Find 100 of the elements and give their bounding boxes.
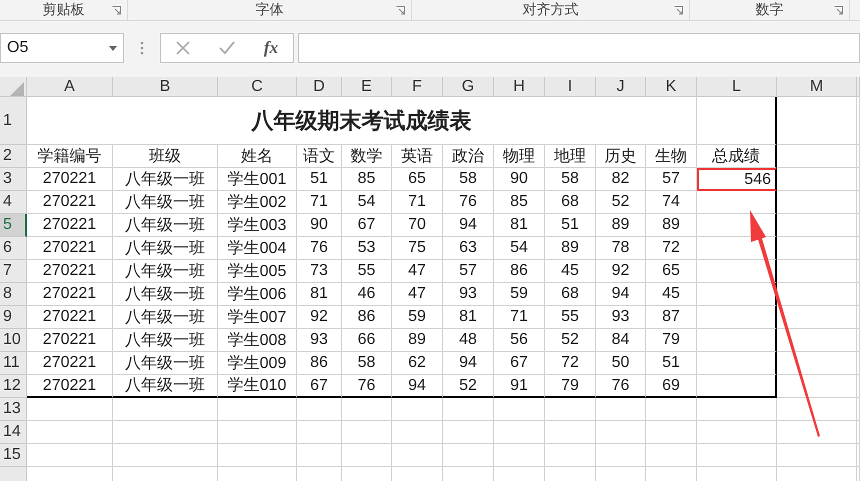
column-header[interactable]: M (777, 77, 857, 97)
table-cell: 45 (545, 260, 596, 283)
row-header[interactable]: 9 (0, 306, 27, 329)
table-cell: 50 (596, 352, 646, 375)
table-cell: 93 (297, 329, 342, 352)
table-cell: 学生004 (218, 237, 297, 260)
table-cell: 78 (596, 237, 646, 260)
table-cell: 74 (646, 191, 697, 214)
column-header[interactable]: F (392, 77, 443, 97)
close-icon (176, 41, 190, 55)
table-cell: 82 (596, 168, 646, 191)
table-cell: 52 (596, 191, 646, 214)
table-cell: 73 (297, 260, 342, 283)
empty-cell (494, 444, 545, 467)
ribbon-group-label: 剪贴板 (42, 1, 84, 19)
empty-cell (297, 444, 342, 467)
empty-cell (646, 398, 697, 421)
table-cell: 72 (646, 237, 697, 260)
column-header[interactable]: J (596, 77, 646, 97)
row-header[interactable]: 4 (0, 191, 27, 214)
table-cell: 72 (545, 352, 596, 375)
column-header[interactable]: L (697, 77, 777, 97)
table-cell: 47 (392, 260, 443, 283)
table-cell: 八年级一班 (113, 214, 218, 237)
table-cell: 81 (494, 214, 545, 237)
table-cell: 89 (545, 237, 596, 260)
empty-cell (545, 444, 596, 467)
table-cell: 学籍编号 (27, 145, 113, 168)
table-cell: 学生008 (218, 329, 297, 352)
column-header[interactable]: C (218, 77, 297, 97)
table-cell: 92 (297, 306, 342, 329)
empty-cell (596, 398, 646, 421)
row-header[interactable]: 6 (0, 237, 27, 260)
empty-cell (545, 421, 596, 444)
empty-cell (596, 421, 646, 444)
table-cell: 89 (596, 214, 646, 237)
empty-cell (392, 444, 443, 467)
row-header[interactable]: 3 (0, 168, 27, 191)
column-header[interactable]: H (494, 77, 545, 97)
row-header[interactable]: 5 (0, 214, 27, 237)
dialog-launcher-icon[interactable] (674, 6, 683, 15)
ribbon-group-label: 数字 (756, 1, 784, 19)
table-cell: 270221 (27, 306, 113, 329)
table-cell: 76 (297, 237, 342, 260)
dialog-launcher-icon[interactable] (834, 6, 843, 15)
table-cell: 71 (297, 191, 342, 214)
table-cell: 270221 (27, 191, 113, 214)
ribbon-group-label: 字体 (256, 1, 284, 19)
table-cell: 270221 (27, 329, 113, 352)
table-cell: 270221 (27, 214, 113, 237)
table-cell: 58 (342, 352, 392, 375)
row-header[interactable]: 1 (0, 97, 27, 145)
empty-cell (596, 444, 646, 467)
column-header[interactable]: I (545, 77, 596, 97)
column-header[interactable]: A (27, 77, 113, 97)
select-all-corner[interactable] (0, 77, 27, 97)
row-header[interactable]: 8 (0, 283, 27, 306)
dropdown-icon[interactable] (109, 46, 117, 50)
row-header[interactable]: 13 (0, 398, 27, 421)
empty-cell (646, 444, 697, 467)
table-cell: 58 (545, 168, 596, 191)
table-cell: 八年级一班 (113, 375, 218, 398)
name-box[interactable]: O5 (0, 33, 124, 63)
table-cell: 57 (646, 168, 697, 191)
table-cell: 67 (297, 375, 342, 398)
row-header[interactable]: 12 (0, 375, 27, 398)
column-header[interactable]: D (297, 77, 342, 97)
formula-input[interactable] (298, 33, 860, 63)
table-cell: 270221 (27, 283, 113, 306)
table-cell: 67 (494, 352, 545, 375)
column-header[interactable]: K (646, 77, 697, 97)
column-header[interactable]: E (342, 77, 392, 97)
column-header[interactable]: B (113, 77, 218, 97)
row-header[interactable]: 10 (0, 329, 27, 352)
row-header[interactable]: 7 (0, 260, 27, 283)
table-cell: 班级 (113, 145, 218, 168)
empty-cell (494, 421, 545, 444)
table-cell: 八年级一班 (113, 260, 218, 283)
table-cell: 68 (545, 283, 596, 306)
row-header[interactable]: 2 (0, 145, 27, 168)
table-cell: 总成绩 (697, 145, 777, 168)
table-cell: 八年级一班 (113, 306, 218, 329)
table-cell: 270221 (27, 375, 113, 398)
table-cell: 地理 (545, 145, 596, 168)
table-cell: 84 (596, 329, 646, 352)
table-cell: 87 (646, 306, 697, 329)
row-header[interactable]: 11 (0, 352, 27, 375)
dialog-launcher-icon[interactable] (112, 6, 121, 15)
empty-cell (646, 421, 697, 444)
column-header[interactable]: G (443, 77, 494, 97)
table-cell: 79 (545, 375, 596, 398)
table-cell: 76 (596, 375, 646, 398)
table-cell: 86 (297, 352, 342, 375)
table-cell: 语文 (297, 145, 342, 168)
table-cell: 68 (545, 191, 596, 214)
row-header[interactable]: 15 (0, 444, 27, 467)
table-cell: 546 (697, 168, 777, 191)
dialog-launcher-icon[interactable] (396, 6, 405, 15)
table-cell: 政治 (443, 145, 494, 168)
row-header[interactable]: 14 (0, 421, 27, 444)
